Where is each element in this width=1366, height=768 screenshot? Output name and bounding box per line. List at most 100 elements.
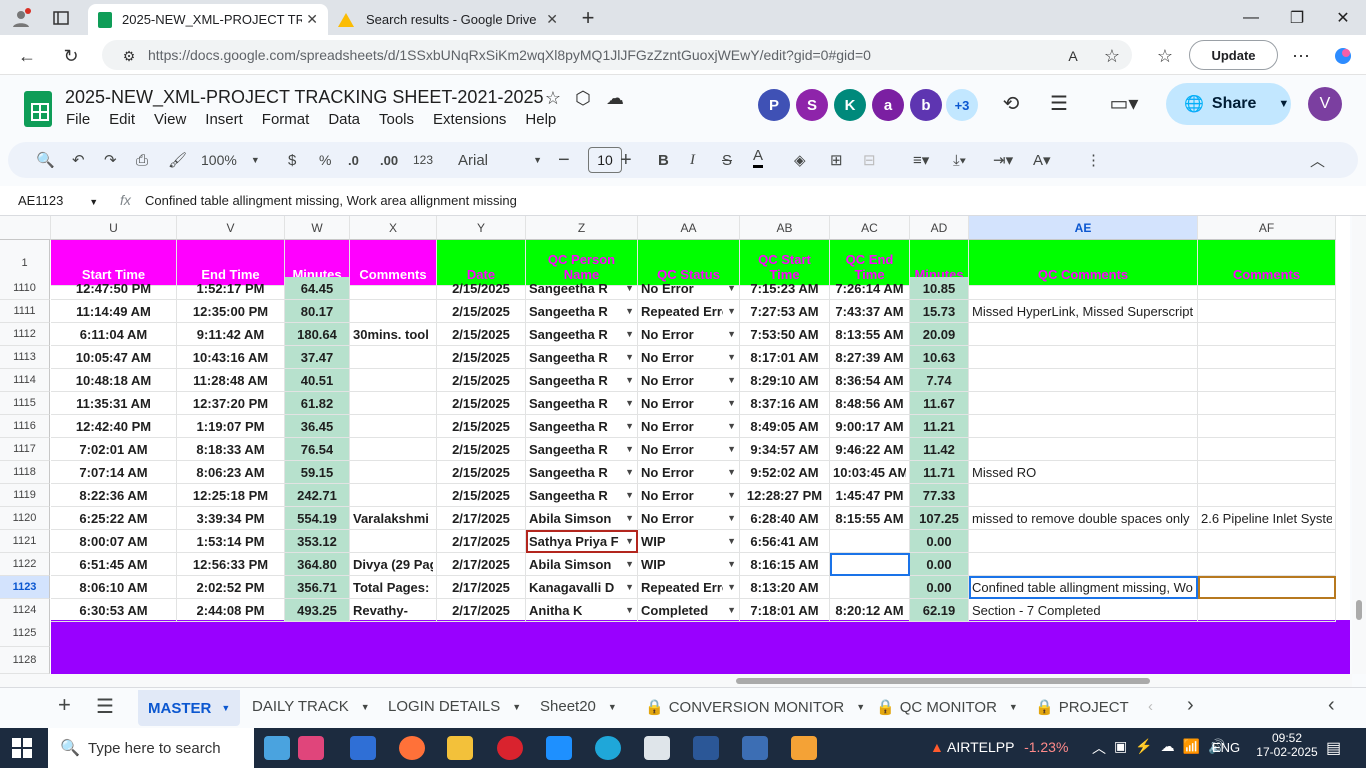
table-cell[interactable]: 7:07:14 AM bbox=[51, 461, 177, 484]
table-cell[interactable]: 9:52:02 AM bbox=[740, 461, 830, 484]
table-cell[interactable]: 1:19:07 PM bbox=[177, 415, 285, 438]
table-cell[interactable]: 8:06:10 AM bbox=[51, 576, 177, 599]
table-cell[interactable]: 77.33 bbox=[910, 484, 969, 507]
table-cell[interactable]: 7:15:23 AM bbox=[740, 277, 830, 300]
comments-icon[interactable]: ☰ bbox=[1046, 90, 1072, 116]
edge-icon[interactable] bbox=[595, 736, 621, 760]
dropdown-chevron-icon[interactable]: ▼ bbox=[625, 605, 634, 615]
decrease-font-size-icon[interactable]: − bbox=[558, 146, 570, 174]
select-all-corner[interactable] bbox=[0, 216, 51, 240]
sheet-tab-project[interactable]: 🔒PROJECT S bbox=[1035, 698, 1130, 717]
dropdown-chevron-icon[interactable]: ▼ bbox=[727, 582, 736, 592]
table-cell[interactable]: 6:51:45 AM bbox=[51, 553, 177, 576]
table-cell[interactable]: 2/15/2025 bbox=[437, 484, 526, 507]
dropdown-chevron-icon[interactable]: ▼ bbox=[625, 559, 634, 569]
dropdown-cell[interactable]: No Error ▼ bbox=[638, 461, 740, 484]
table-cell[interactable]: 8:06:23 AM bbox=[177, 461, 285, 484]
table-cell[interactable]: 2/17/2025 bbox=[437, 576, 526, 599]
table-cell[interactable] bbox=[969, 369, 1198, 392]
dropdown-cell[interactable]: Sangeetha R ▼ bbox=[526, 484, 638, 507]
table-cell[interactable]: 3:39:34 PM bbox=[177, 507, 285, 530]
table-cell[interactable] bbox=[969, 530, 1198, 553]
table-cell[interactable] bbox=[969, 415, 1198, 438]
new-tab-icon[interactable]: + bbox=[575, 5, 601, 31]
dropdown-chevron-icon[interactable]: ▼ bbox=[625, 329, 634, 339]
table-cell[interactable] bbox=[969, 392, 1198, 415]
read-aloud-icon[interactable]: A bbox=[1060, 43, 1086, 69]
table-cell[interactable]: 8:27:39 AM bbox=[830, 346, 910, 369]
row-header[interactable]: 1118 bbox=[0, 461, 50, 484]
table-cell[interactable]: 9:46:22 AM bbox=[830, 438, 910, 461]
text-color-icon[interactable]: A bbox=[753, 146, 764, 168]
row-header[interactable]: 1115 bbox=[0, 392, 50, 415]
app-icon-2[interactable] bbox=[791, 736, 817, 760]
table-cell[interactable]: 242.71 bbox=[285, 484, 350, 507]
table-cell[interactable]: 11.71 bbox=[910, 461, 969, 484]
strikethrough-icon[interactable]: S bbox=[722, 146, 732, 174]
sheets-logo-icon[interactable] bbox=[24, 91, 52, 127]
table-cell[interactable]: Total Pages: bbox=[350, 576, 437, 599]
column-header-ad[interactable]: AD bbox=[910, 216, 969, 240]
dropdown-chevron-icon[interactable]: ▼ bbox=[727, 559, 736, 569]
menu-file[interactable]: File bbox=[66, 111, 90, 128]
table-cell[interactable]: 10:03:45 AM bbox=[830, 461, 910, 484]
word-icon[interactable] bbox=[693, 736, 719, 760]
table-cell[interactable]: 2/17/2025 bbox=[437, 599, 526, 622]
row-header[interactable]: 1119 bbox=[0, 484, 50, 507]
row-header[interactable]: 1120 bbox=[0, 507, 50, 530]
borders-icon[interactable]: ⊞ bbox=[830, 146, 843, 174]
table-cell[interactable]: 7:27:53 AM bbox=[740, 300, 830, 323]
collaborator-avatar[interactable]: K bbox=[834, 89, 866, 121]
minimize-icon[interactable]: — bbox=[1228, 0, 1274, 35]
move-icon[interactable]: ⬡ bbox=[570, 85, 596, 111]
table-cell[interactable]: 107.25 bbox=[910, 507, 969, 530]
table-cell[interactable]: 10.63 bbox=[910, 346, 969, 369]
row-header[interactable]: 1124 bbox=[0, 599, 50, 622]
dropdown-cell[interactable]: Sangeetha R ▼ bbox=[526, 346, 638, 369]
column-header-v[interactable]: V bbox=[177, 216, 285, 240]
table-cell[interactable]: 12:28:27 PM bbox=[740, 484, 830, 507]
dropdown-cell[interactable]: No Error ▼ bbox=[638, 323, 740, 346]
table-cell[interactable]: 8:18:33 AM bbox=[177, 438, 285, 461]
file-explorer-icon[interactable] bbox=[447, 736, 473, 760]
dropdown-chevron-icon[interactable]: ▼ bbox=[625, 306, 634, 316]
spreadsheet-grid[interactable]: U V W X Y Z AA AB AC AD AE AF 1 Start Time End Time Min… bbox=[0, 216, 1350, 674]
table-cell[interactable]: 40.51 bbox=[285, 369, 350, 392]
table-cell[interactable]: 59.15 bbox=[285, 461, 350, 484]
table-cell[interactable]: 12:42:40 PM bbox=[51, 415, 177, 438]
dropdown-chevron-icon[interactable]: ▼ bbox=[727, 283, 736, 293]
table-cell[interactable]: 12:25:18 PM bbox=[177, 484, 285, 507]
table-cell[interactable]: Varalakshmi bbox=[350, 507, 437, 530]
table-cell[interactable] bbox=[830, 576, 910, 599]
hscroll-thumb[interactable] bbox=[736, 678, 1150, 684]
language-indicator[interactable]: ENG bbox=[1212, 740, 1240, 755]
table-cell[interactable]: 76.54 bbox=[285, 438, 350, 461]
table-cell[interactable]: 11:28:48 AM bbox=[177, 369, 285, 392]
decrease-decimal-button[interactable]: .0 bbox=[348, 146, 359, 174]
menu-help[interactable]: Help bbox=[525, 111, 556, 128]
table-cell[interactable] bbox=[1198, 346, 1336, 369]
horizontal-align-icon[interactable]: ≡▾ bbox=[913, 146, 929, 174]
dropdown-chevron-icon[interactable]: ▼ bbox=[727, 513, 736, 523]
table-cell[interactable]: 2/15/2025 bbox=[437, 415, 526, 438]
table-cell[interactable]: 2/15/2025 bbox=[437, 346, 526, 369]
text-wrapping-icon[interactable]: ⇥▾ bbox=[993, 146, 1013, 174]
italic-icon[interactable]: I bbox=[690, 146, 695, 174]
table-cell[interactable]: 7:18:01 AM bbox=[740, 599, 830, 622]
dropdown-cell[interactable]: Abila Simson ▼ bbox=[526, 553, 638, 576]
table-cell[interactable]: 7:43:37 AM bbox=[830, 300, 910, 323]
table-cell[interactable]: 8:17:01 AM bbox=[740, 346, 830, 369]
table-cell[interactable] bbox=[350, 484, 437, 507]
dropdown-chevron-icon[interactable]: ▼ bbox=[727, 329, 736, 339]
table-cell[interactable]: 2/17/2025 bbox=[437, 553, 526, 576]
table-cell[interactable]: 2/15/2025 bbox=[437, 438, 526, 461]
url-field[interactable]: https://docs.google.com/spreadsheets/d/1… bbox=[102, 40, 1132, 70]
version-history-icon[interactable]: ⟲ bbox=[998, 90, 1024, 116]
table-cell[interactable] bbox=[969, 553, 1198, 576]
table-cell[interactable]: 37.47 bbox=[285, 346, 350, 369]
browser-tab-active[interactable]: 2025-NEW_XML-PROJECT TRACK ✕ bbox=[88, 4, 328, 35]
sheet-tab-conversion-monitor[interactable]: 🔒 CONVERSION MONITOR ▼ bbox=[645, 698, 865, 717]
table-cell[interactable]: 0.00 bbox=[910, 530, 969, 553]
dropdown-cell[interactable]: No Error ▼ bbox=[638, 277, 740, 300]
user-avatar[interactable]: V bbox=[1308, 87, 1342, 121]
